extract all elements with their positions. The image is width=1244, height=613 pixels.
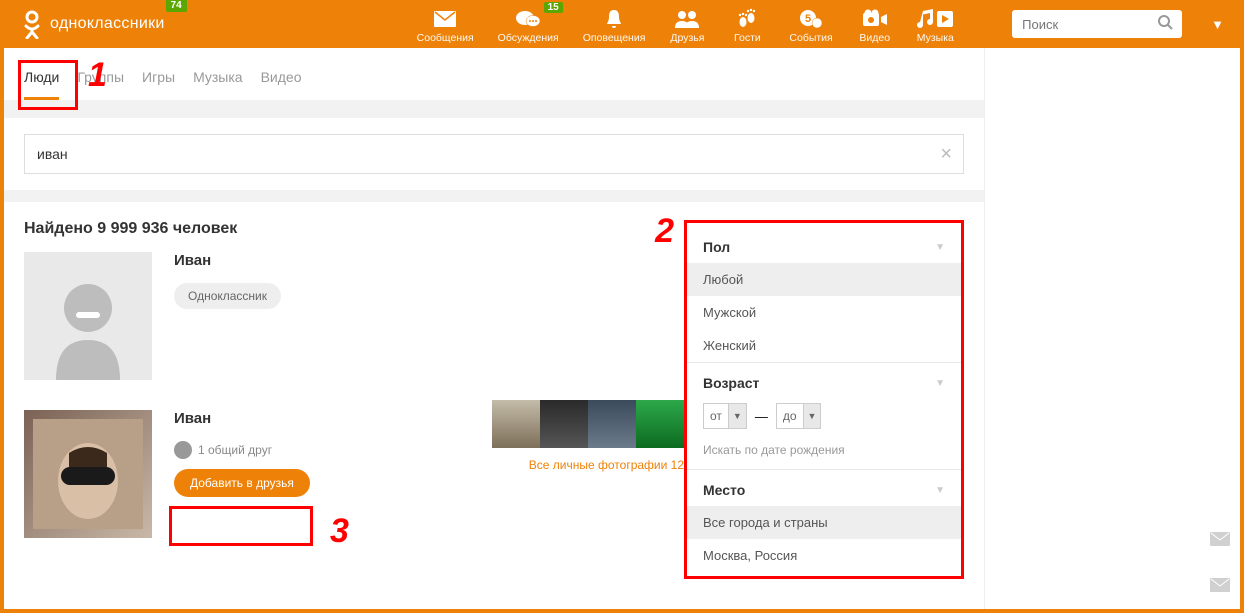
tab-people[interactable]: Люди xyxy=(24,63,59,100)
discussions-badge: 15 xyxy=(544,2,563,13)
annotation-1: 1 xyxy=(88,56,107,95)
mutual-friends[interactable]: 1 общий друг xyxy=(174,441,664,459)
person-name[interactable]: Иван xyxy=(174,252,664,269)
mail-icon xyxy=(433,8,457,30)
avatar-photo[interactable] xyxy=(24,410,152,538)
right-sidebar xyxy=(984,48,1240,609)
filter-place: Место ▼ Все города и страны Москва, Росс… xyxy=(687,470,961,572)
avatar-face-icon xyxy=(33,419,143,529)
logo-text: одноклассники xyxy=(50,15,165,33)
collapse-icon: ▼ xyxy=(935,485,945,496)
nav-guests[interactable]: Гости xyxy=(717,4,777,44)
results-count: Найдено 9 999 936 человек xyxy=(24,220,664,238)
tab-video[interactable]: Видео xyxy=(261,63,302,100)
age-to-select[interactable]: до▼ xyxy=(776,403,822,429)
filters-panel: Пол ▼ Любой Мужской Женский Возраст ▼ xyxy=(684,220,964,579)
mutual-friend-avatar-icon xyxy=(174,441,192,459)
message-icon[interactable] xyxy=(1210,532,1230,549)
place-option-moscow[interactable]: Москва, Россия xyxy=(687,539,961,572)
add-friend-button[interactable]: Добавить в друзья xyxy=(174,469,310,497)
gender-option-any[interactable]: Любой xyxy=(687,263,961,296)
chevron-down-icon: ▼ xyxy=(728,404,746,428)
classmate-tag[interactable]: Одноклассник xyxy=(174,283,281,309)
tabs-bar: Люди Группы Игры Музыка Видео xyxy=(4,48,984,100)
feet-icon xyxy=(736,8,758,30)
header-search-input[interactable] xyxy=(1012,10,1182,38)
people-search-input[interactable] xyxy=(24,134,964,174)
nav-events[interactable]: 5 События xyxy=(777,4,844,44)
person-name[interactable]: Иван xyxy=(174,410,664,427)
results-column: Найдено 9 999 936 человек 2 Иван Однокла… xyxy=(24,220,684,579)
friends-icon xyxy=(673,8,701,30)
top-nav: Сообщения Обсуждения 15 Оповещения Друзь… xyxy=(405,4,966,44)
bell-icon xyxy=(604,8,624,30)
collapse-icon: ▼ xyxy=(935,242,945,253)
annotation-2: 2 xyxy=(655,212,674,251)
gender-option-male[interactable]: Мужской xyxy=(687,296,961,329)
logo[interactable]: одноклассники 74 xyxy=(20,9,165,39)
tab-music[interactable]: Музыка xyxy=(193,63,243,100)
nav-video[interactable]: Видео xyxy=(845,4,905,44)
avatar-placeholder[interactable] xyxy=(24,252,152,380)
place-option-all[interactable]: Все города и страны xyxy=(687,506,961,539)
filter-gender-header[interactable]: Пол ▼ xyxy=(703,239,945,255)
search-panel: × xyxy=(4,118,984,190)
filter-gender: Пол ▼ Любой Мужской Женский xyxy=(687,227,961,363)
header-menu-caret-icon[interactable]: ▼ xyxy=(1211,17,1224,32)
notifications-badge: 74 xyxy=(166,0,187,12)
person-result: Иван Одноклассник xyxy=(24,252,664,380)
video-icon xyxy=(862,8,888,30)
message-icon[interactable] xyxy=(1210,578,1230,595)
nav-notifications[interactable]: Оповещения xyxy=(571,4,658,44)
age-from-select[interactable]: от▼ xyxy=(703,403,747,429)
header-search-button[interactable] xyxy=(1158,15,1173,33)
gender-option-female[interactable]: Женский xyxy=(687,329,961,362)
nav-messages[interactable]: Сообщения xyxy=(405,4,486,44)
tab-games[interactable]: Игры xyxy=(142,63,175,100)
chat-icon xyxy=(515,8,541,30)
filter-place-header[interactable]: Место ▼ xyxy=(703,482,945,498)
ok-logo-icon xyxy=(20,9,44,39)
chevron-down-icon: ▼ xyxy=(803,404,821,428)
nav-friends[interactable]: Друзья xyxy=(657,4,717,44)
music-icon xyxy=(917,8,953,30)
person-result: Иван 1 общий друг Добавить в друзья 3 xyxy=(24,410,664,538)
annotation-3: 3 xyxy=(330,512,349,551)
filter-age-header[interactable]: Возраст ▼ xyxy=(703,375,945,391)
nav-music[interactable]: Музыка xyxy=(905,4,966,44)
search-icon xyxy=(1158,15,1173,30)
events-icon: 5 xyxy=(799,8,823,30)
search-by-dob-link[interactable]: Искать по дате рождения xyxy=(703,443,945,457)
clear-search-icon[interactable]: × xyxy=(940,143,952,166)
svg-text:5: 5 xyxy=(805,13,811,25)
header-search: ▼ xyxy=(1012,10,1224,38)
nav-discussions[interactable]: Обсуждения 15 xyxy=(486,4,571,44)
top-header: одноклассники 74 Сообщения Обсуждения 15… xyxy=(0,0,1244,48)
filter-age: Возраст ▼ от▼ — до▼ Искать по дате рожде… xyxy=(687,363,961,470)
collapse-icon: ▼ xyxy=(935,378,945,389)
avatar-silhouette-icon xyxy=(38,270,138,380)
